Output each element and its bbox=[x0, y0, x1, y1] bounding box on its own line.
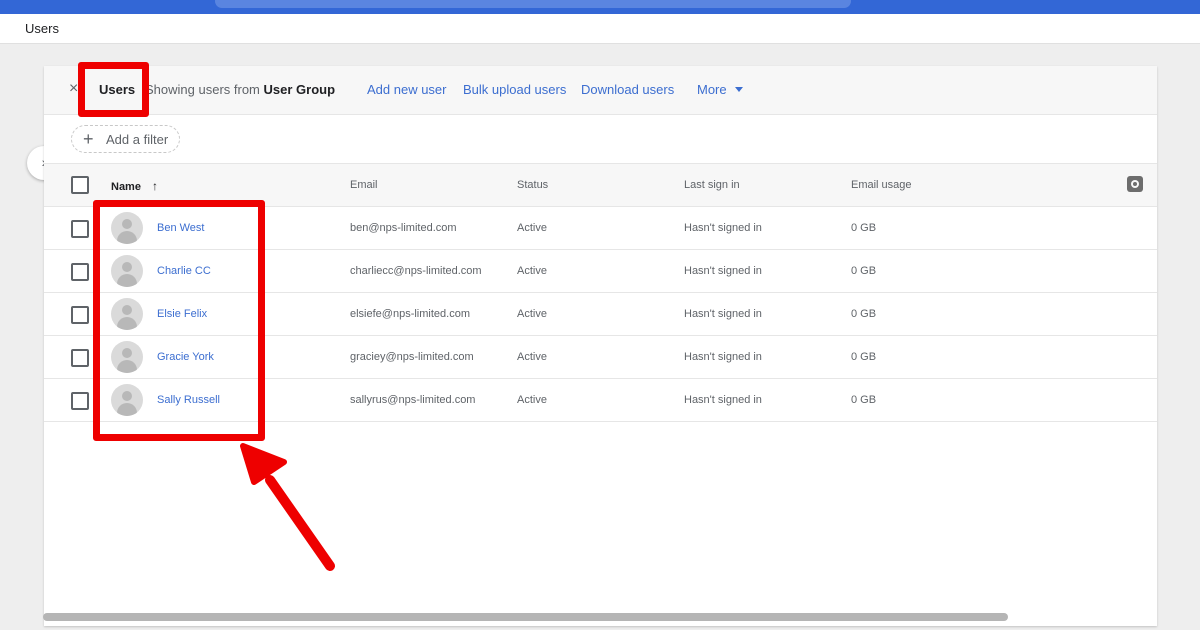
annotation-arrow-icon bbox=[240, 443, 335, 571]
